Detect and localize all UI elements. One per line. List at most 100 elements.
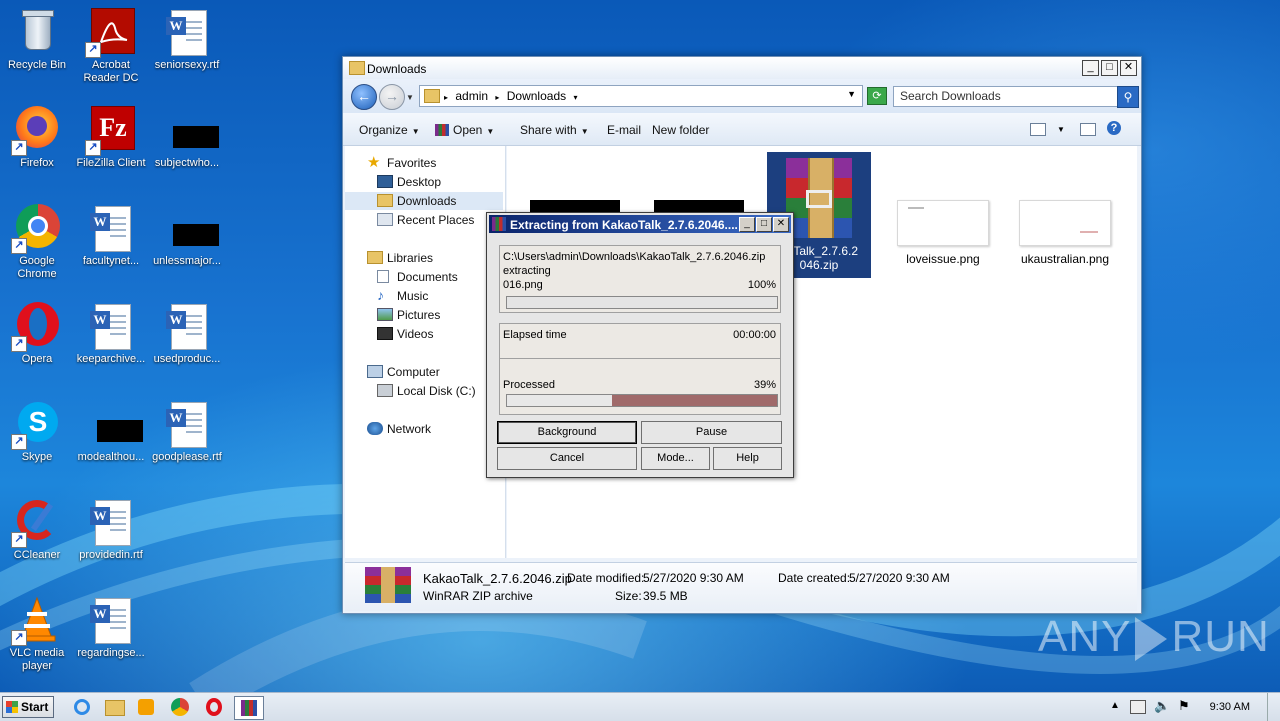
preview-pane-icon[interactable] (1080, 123, 1096, 136)
nav-network[interactable]: Network (367, 422, 497, 436)
nav-local-disk[interactable]: Local Disk (C:) (377, 384, 499, 398)
nav-desktop[interactable]: Desktop (377, 175, 499, 189)
desktop-icon-providedin[interactable]: W providedin.rtf (74, 498, 148, 562)
taskbar-explorer[interactable] (100, 696, 128, 718)
command-bar: Organize ▼ Open ▼ Share with ▼ E-mail New f… (343, 113, 1141, 146)
desktop-icon-filezilla[interactable]: Fz ↗ FileZilla Client (74, 106, 148, 170)
network-tray-icon[interactable] (1130, 700, 1146, 714)
volume-icon[interactable]: 🔈 (1154, 698, 1170, 714)
desktop-icon-unlessmajor[interactable]: unlessmajor... (150, 204, 224, 268)
open-menu[interactable]: Open ▼ (435, 123, 494, 137)
redacted-icon (163, 106, 219, 154)
view-dropdown-icon[interactable]: ▼ (1057, 125, 1065, 134)
help-button[interactable]: Help (713, 447, 782, 470)
address-dropdown-icon[interactable]: ▼ (847, 89, 856, 99)
explorer-titlebar[interactable]: Downloads _ □ ✕ (343, 57, 1141, 79)
nav-recent-places[interactable]: Recent Places (377, 213, 499, 227)
breadcrumb-arrow-icon[interactable]: ▸ (444, 93, 448, 102)
maximize-button[interactable]: □ (756, 217, 772, 232)
nav-favorites[interactable]: ★ Favorites (367, 154, 497, 171)
taskbar-winrar[interactable] (234, 696, 264, 720)
desktop-icon-keeparchive[interactable]: W keeparchive... (74, 302, 148, 366)
open-label: Open (453, 123, 483, 137)
nav-pictures[interactable]: Pictures (377, 308, 499, 322)
libraries-icon (367, 251, 383, 264)
clock[interactable]: 9:30 AM (1210, 701, 1250, 713)
search-input[interactable]: Search Downloads (893, 86, 1121, 107)
winrar-extract-dialog[interactable]: Extracting from KakaoTalk_2.7.6.2046....… (486, 212, 794, 478)
dialog-title: Extracting from KakaoTalk_2.7.6.2046.... (510, 218, 738, 232)
refresh-button[interactable]: ⟳ (867, 87, 887, 105)
desktop-icon-recycle-bin[interactable]: Recycle Bin (0, 8, 74, 72)
desktop-icon-firefox[interactable]: ↗ Firefox (0, 106, 74, 170)
close-button[interactable]: ✕ (773, 217, 789, 232)
organize-menu[interactable]: Organize ▼ (359, 123, 420, 137)
maximize-button[interactable]: □ (1101, 60, 1118, 76)
minimize-button[interactable]: _ (1082, 60, 1099, 76)
action-center-flag-icon[interactable]: ⚑ (1178, 698, 1190, 714)
breadcrumb-downloads[interactable]: Downloads (507, 89, 566, 103)
desktop-icon-facultynet[interactable]: W facultynet... (74, 204, 148, 268)
desktop-icon-regardingse[interactable]: W regardingse... (74, 596, 148, 660)
desktop-icon-chrome[interactable]: ↗ Google Chrome (0, 204, 74, 281)
details-date-modified: 5/27/2020 9:30 AM (643, 571, 744, 585)
taskbar-chrome[interactable] (166, 696, 194, 718)
start-button[interactable]: Start (2, 696, 54, 718)
desktop-icon-skype[interactable]: S ↗ Skype (0, 400, 74, 464)
desktop-icon-seniorsexy[interactable]: W seniorsexy.rtf (150, 8, 224, 72)
nav-downloads[interactable]: Downloads (345, 192, 503, 210)
word-document-icon: W (87, 204, 135, 252)
search-icon[interactable]: ⚲ (1117, 86, 1139, 108)
share-with-menu[interactable]: Share with ▼ (520, 123, 589, 137)
show-desktop-button[interactable] (1267, 693, 1280, 721)
desktop-icon-vlc[interactable]: ↗ VLC media player (0, 596, 74, 673)
nav-videos[interactable]: Videos (377, 327, 499, 341)
dialog-titlebar[interactable]: Extracting from KakaoTalk_2.7.6.2046....… (489, 215, 791, 233)
back-button[interactable]: ← (351, 84, 377, 110)
desktop-icon-acrobat[interactable]: ↗ Acrobat Reader DC (74, 8, 148, 85)
details-type: WinRAR ZIP archive (423, 589, 533, 603)
taskbar-media-player[interactable] (132, 696, 160, 718)
nav-music[interactable]: ♪ Music (377, 288, 499, 303)
mode-button[interactable]: Mode... (641, 447, 710, 470)
desktop-icon-usedproduc[interactable]: W usedproduc... (150, 302, 224, 366)
show-hidden-icons[interactable]: ▲ (1110, 700, 1120, 711)
file-item-ukaustralian-png[interactable]: ukaustralian.png (1013, 200, 1117, 270)
recent-pages-dropdown[interactable]: ▼ (406, 93, 414, 102)
cancel-button[interactable]: Cancel (497, 447, 637, 470)
shortcut-arrow-icon: ↗ (11, 140, 27, 156)
opera-icon (206, 698, 222, 716)
desktop-icon-modealthou[interactable]: modealthou... (74, 400, 148, 464)
star-icon: ★ (367, 154, 381, 171)
internet-explorer-icon (74, 699, 90, 715)
nav-computer[interactable]: Computer (367, 365, 497, 379)
background-button[interactable]: Background (497, 421, 637, 444)
breadcrumb-arrow-icon[interactable]: ▸ (495, 93, 499, 102)
close-button[interactable]: ✕ (1120, 60, 1137, 76)
processed-progress-fill (507, 395, 613, 406)
taskbar-opera[interactable] (200, 696, 228, 718)
archive-path: C:\Users\admin\Downloads\KakaoTalk_2.7.6… (503, 251, 766, 263)
minimize-button[interactable]: _ (739, 217, 755, 232)
desktop-icon-goodplease[interactable]: W goodplease.rtf (150, 400, 224, 464)
new-folder-button[interactable]: New folder (652, 123, 709, 137)
breadcrumb-arrow-icon[interactable]: ▾ (573, 93, 577, 102)
file-item-loveissue-png[interactable]: loveissue.png (891, 200, 995, 270)
desktop-icon-ccleaner[interactable]: ↗ CCleaner (0, 498, 74, 562)
taskbar-ie[interactable] (68, 696, 96, 718)
desktop-icon-label: VLC media player (9, 647, 65, 672)
breadcrumb: ▸ admin ▸ Downloads ▾ (444, 89, 581, 103)
desktop-icon-opera[interactable]: ↗ Opera (0, 302, 74, 366)
pause-button[interactable]: Pause (641, 421, 782, 444)
forward-button[interactable]: → (379, 84, 405, 110)
help-icon[interactable]: ? (1107, 121, 1121, 135)
nav-documents[interactable]: Documents (377, 270, 499, 284)
nav-libraries[interactable]: Libraries (367, 251, 497, 265)
email-button[interactable]: E-mail (607, 123, 641, 137)
desktop-icon-subjectwho[interactable]: subjectwho... (150, 106, 224, 170)
breadcrumb-admin[interactable]: admin (455, 89, 488, 103)
change-view-icon[interactable] (1030, 123, 1046, 136)
videos-icon (377, 327, 393, 340)
address-field[interactable]: ▸ admin ▸ Downloads ▾ ▼ (419, 85, 863, 107)
shortcut-arrow-icon: ↗ (11, 532, 27, 548)
